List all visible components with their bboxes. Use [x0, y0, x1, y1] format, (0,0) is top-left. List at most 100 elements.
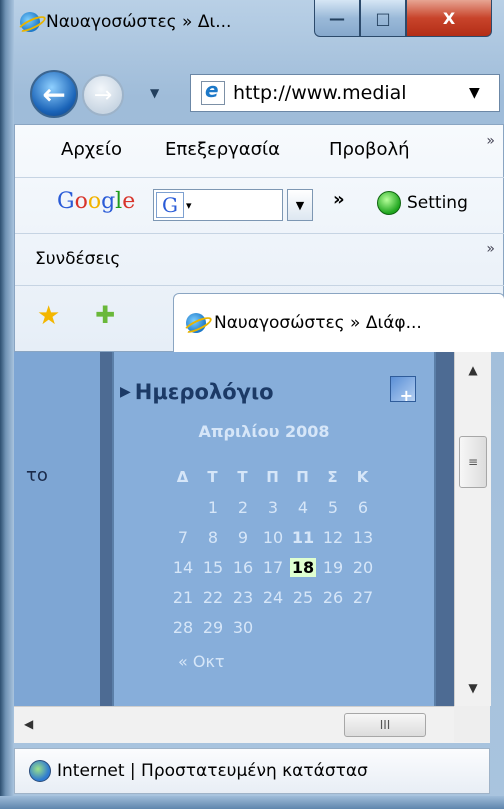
- menu-bar: Αρχείο Επεξεργασία Προβολή »: [15, 125, 504, 178]
- calendar-day[interactable]: 12: [318, 522, 348, 552]
- calendar-day[interactable]: 18: [288, 552, 318, 582]
- google-settings-button[interactable]: Setting: [377, 191, 468, 215]
- back-button[interactable]: ←: [30, 70, 78, 118]
- vertical-scroll-thumb[interactable]: ≡: [459, 436, 487, 488]
- internet-zone-globe-icon: [29, 760, 51, 782]
- google-g-icon[interactable]: G: [156, 192, 184, 218]
- calendar-day[interactable]: 25: [288, 582, 318, 612]
- calendar-day[interactable]: 4: [288, 492, 318, 522]
- forward-button[interactable]: →: [82, 74, 124, 116]
- left-text-fragment: το: [26, 465, 48, 486]
- calendar-day[interactable]: 7: [168, 522, 198, 552]
- close-icon: X: [442, 8, 456, 28]
- calendar-day[interactable]: 5: [318, 492, 348, 522]
- calendar-selected-day[interactable]: 18: [289, 557, 317, 577]
- address-bar[interactable]: http://www.medial ▼: [190, 74, 500, 112]
- calendar-widget: ▶ Ημερολόγιο Απριλίου 2008 ΔΤΤΠΠΣΚ 12345…: [112, 352, 436, 706]
- calendar-day[interactable]: 29: [198, 612, 228, 642]
- vertical-scrollbar[interactable]: ▲ ≡ ▼: [454, 352, 491, 706]
- tab-ie-icon: [186, 313, 206, 333]
- calendar-day[interactable]: 27: [348, 582, 378, 612]
- search-engine-chevron-icon[interactable]: ▾: [186, 199, 192, 212]
- google-logo-letter: e: [122, 189, 136, 214]
- calendar-grid: ΔΤΤΠΠΣΚ 1 2 3 4 5 6 7 8 9 10 11 12 13 14 15 16 17 18 19 20 2…: [168, 462, 378, 642]
- toolbars-area: Αρχείο Επεξεργασία Προβολή » Google G ▾ …: [14, 124, 504, 352]
- navigation-bar: ← → ▼ http://www.medial ▼: [14, 58, 504, 120]
- calendar-day[interactable]: 14: [168, 552, 198, 582]
- active-tab[interactable]: Ναυαγοσώστες » Διάφ...: [173, 293, 504, 352]
- calendar-day[interactable]: 26: [318, 582, 348, 612]
- google-search-dropdown[interactable]: ▼: [287, 189, 313, 221]
- minimize-button[interactable]: —: [314, 0, 360, 37]
- hgrip-icon: III: [379, 718, 391, 732]
- google-toolbar: Google G ▾ ▼ » Setting: [15, 177, 504, 234]
- calendar-day[interactable]: 1: [198, 492, 228, 522]
- recent-pages-dropdown[interactable]: ▼: [150, 86, 159, 100]
- window-frame-left: [0, 0, 14, 809]
- add-favorite-icon[interactable]: ✚: [95, 301, 115, 329]
- horizontal-scrollbar[interactable]: ◀ III ▶: [14, 706, 490, 743]
- forward-arrow-icon: →: [93, 82, 113, 108]
- menu-view[interactable]: Προβολή: [329, 139, 410, 160]
- scroll-down-icon[interactable]: ▼: [455, 670, 491, 706]
- scroll-up-icon[interactable]: ▲: [455, 352, 491, 388]
- calendar-day[interactable]: 9: [228, 522, 258, 552]
- google-logo-letter: o: [74, 189, 88, 214]
- calendar-day[interactable]: 8: [198, 522, 228, 552]
- calendar-day[interactable]: 13: [348, 522, 378, 552]
- calendar-day[interactable]: 22: [198, 582, 228, 612]
- minimize-icon: —: [329, 8, 345, 28]
- close-button[interactable]: X: [406, 0, 492, 37]
- browser-window: Ναυαγοσώστες » Δι... — □ X ← → ▼ http://…: [0, 0, 504, 809]
- calendar-day[interactable]: 28: [168, 612, 198, 642]
- window-title: Ναυαγοσώστες » Δι...: [20, 12, 231, 32]
- calendar-day: [348, 612, 378, 642]
- calendar-day[interactable]: 11: [288, 522, 318, 552]
- address-dropdown-icon[interactable]: ▼: [469, 85, 480, 101]
- calendar-day[interactable]: 23: [228, 582, 258, 612]
- calendar-header[interactable]: ▶ Ημερολόγιο: [120, 380, 420, 404]
- calendar-day[interactable]: 16: [228, 552, 258, 582]
- calendar-month: Απριλίου 2008: [198, 422, 330, 441]
- favorites-star-icon[interactable]: ★: [37, 301, 60, 331]
- window-controls: — □ X: [314, 0, 492, 37]
- window-title-text: Ναυαγοσώστες » Δι...: [46, 12, 232, 32]
- calendar-day[interactable]: 30: [228, 612, 258, 642]
- active-tab-title: Ναυαγοσώστες » Διάφ...: [214, 313, 422, 333]
- links-label[interactable]: Συνδέσεις: [35, 249, 120, 269]
- calendar-weekday: Τ: [207, 468, 219, 486]
- calendar-day: [288, 612, 318, 642]
- links-overflow-chevron-icon[interactable]: »: [486, 241, 495, 257]
- calendar-day[interactable]: 15: [198, 552, 228, 582]
- chevron-down-icon: ▼: [295, 198, 305, 212]
- menu-overflow-chevron-icon[interactable]: »: [486, 133, 495, 149]
- calendar-day[interactable]: 17: [258, 552, 288, 582]
- google-search-input[interactable]: G ▾: [153, 189, 283, 221]
- maximize-icon: □: [375, 8, 391, 28]
- menu-file[interactable]: Αρχείο: [61, 139, 122, 160]
- address-input[interactable]: http://www.medial: [233, 82, 463, 104]
- calendar-weekday: Δ: [176, 468, 190, 486]
- google-logo-letter: o: [87, 189, 102, 214]
- calendar-day[interactable]: 24: [258, 582, 288, 612]
- calendar-day[interactable]: 21: [168, 582, 198, 612]
- add-widget-icon[interactable]: [390, 376, 416, 405]
- title-bar: Ναυαγοσώστες » Δι... — □ X: [14, 0, 504, 58]
- scroll-left-icon[interactable]: ◀: [24, 717, 33, 731]
- horizontal-scroll-thumb[interactable]: III: [344, 713, 426, 737]
- calendar-week-row: 14 15 16 17 18 19 20: [168, 552, 378, 582]
- maximize-button[interactable]: □: [360, 0, 406, 37]
- chevron-down-icon: ▼: [150, 86, 160, 100]
- calendar-day[interactable]: 20: [348, 552, 378, 582]
- previous-month-link[interactable]: « Οκτ: [178, 652, 225, 671]
- menu-edit[interactable]: Επεξεργασία: [165, 139, 280, 160]
- calendar-day[interactable]: 10: [258, 522, 288, 552]
- page-content: το ▶ Ημερολόγιο Απριλίου 2008 ΔΤΤΠΠΣΚ 12…: [14, 352, 454, 706]
- calendar-day[interactable]: 6: [348, 492, 378, 522]
- calendar-day[interactable]: 3: [258, 492, 288, 522]
- calendar-day[interactable]: 19: [318, 552, 348, 582]
- calendar-week-row: 7 8 9 10 11 12 13: [168, 522, 378, 552]
- status-text[interactable]: Internet | Προστατευμένη κατάστασ: [57, 761, 368, 781]
- calendar-day[interactable]: 2: [228, 492, 258, 522]
- google-toolbar-overflow-icon[interactable]: »: [333, 189, 345, 210]
